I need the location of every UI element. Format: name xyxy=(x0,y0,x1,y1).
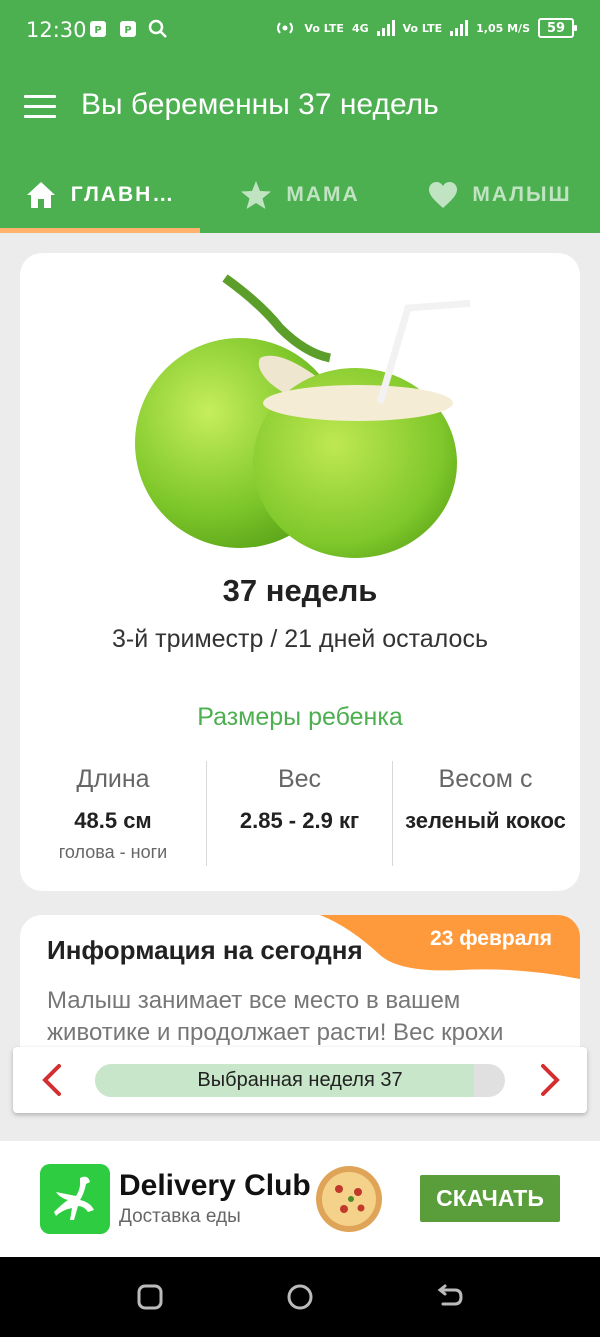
home-nav-icon[interactable] xyxy=(285,1282,315,1312)
week-title: 37 недель xyxy=(222,573,378,608)
tab-mom[interactable]: МАМА xyxy=(200,156,400,233)
app-bar: Вы беременны 37 недель xyxy=(0,60,600,156)
svg-text:P: P xyxy=(94,25,101,36)
app-title: Вы беременны 37 недель xyxy=(81,88,439,121)
signal-icon xyxy=(376,20,395,36)
signal-icon-2 xyxy=(450,20,469,36)
stat-size-compare-value: зеленый кокос xyxy=(405,808,566,833)
tab-baby-label: МАЛЫШ xyxy=(472,182,572,206)
battery-level: 59 xyxy=(546,20,566,36)
volte-indicator: Vo LTE xyxy=(304,21,344,35)
info-date: 23 февраля xyxy=(430,927,552,950)
ad-download-button[interactable]: СКАЧАТЬ xyxy=(420,1175,560,1222)
svg-text:P: P xyxy=(124,25,131,36)
volte-indicator-2: Vo LTE xyxy=(402,21,443,35)
home-icon xyxy=(26,181,55,208)
status-notification-icons: P P xyxy=(88,18,168,40)
info-body: Малыш занимает все место в вашем животик… xyxy=(47,987,504,1046)
recent-apps-icon[interactable] xyxy=(135,1282,165,1312)
daily-info-card[interactable]: 23 февраля Информация на сегодня Малыш з… xyxy=(20,915,580,1055)
ad-banner[interactable]: Delivery Club Доставка еды СКАЧАТЬ xyxy=(0,1141,600,1257)
system-nav-bar xyxy=(0,1257,600,1337)
network-4g-indicator: 4G xyxy=(351,21,369,35)
status-system-icons: Vo LTE 4G Vo LTE 1,05 M/S 59 xyxy=(274,18,577,38)
previous-week-arrow-icon[interactable] xyxy=(35,1062,71,1098)
baby-sizes-title: Размеры ребенка xyxy=(197,703,403,731)
stat-weight-value: 2.85 - 2.9 кг xyxy=(239,808,360,833)
week-progress[interactable]: Выбранная неделя 37 xyxy=(95,1064,505,1097)
week-card: 37 недель 3-й триместр / 21 дней осталос… xyxy=(20,253,580,891)
next-week-arrow-icon[interactable] xyxy=(531,1062,567,1098)
tab-bar: ГЛАВН… МАМА МАЛЫШ xyxy=(0,156,600,233)
status-bar: 12:30 P P Vo LTE 4G Vo LTE 1,05 M/S 59 xyxy=(0,0,600,60)
tab-baby[interactable]: МАЛЫШ xyxy=(400,156,600,233)
top-bar: 12:30 P P Vo LTE 4G Vo LTE 1,05 M/S 59 В… xyxy=(0,0,600,233)
info-title: Информация на сегодня xyxy=(47,935,363,965)
stat-length: Длина 48.5 см голова - ноги xyxy=(20,761,206,866)
pizza-image xyxy=(316,1166,382,1232)
stat-size-compare: Весом с зеленый кокос xyxy=(392,761,578,866)
coconut-image xyxy=(135,274,470,558)
stat-weight: Вес 2.85 - 2.9 кг xyxy=(206,761,392,866)
search-icon xyxy=(148,19,167,38)
stat-weight-label: Вес xyxy=(277,765,322,793)
hamburger-menu-icon[interactable] xyxy=(24,95,56,119)
tab-home-label: ГЛАВН… xyxy=(70,182,176,206)
delivery-club-logo xyxy=(40,1164,110,1234)
notification-app-icon: P xyxy=(90,21,106,37)
selected-week-label: Выбранная неделя 37 xyxy=(197,1069,403,1091)
status-time: 12:30 xyxy=(26,18,87,42)
baby-stats: Длина 48.5 см голова - ноги Вес 2.85 - 2… xyxy=(20,761,580,866)
ad-subtitle: Доставка еды xyxy=(119,1206,241,1227)
battery-icon: 59 xyxy=(538,18,577,38)
stat-length-label: Длина xyxy=(76,765,150,793)
star-icon xyxy=(241,180,272,209)
network-speed: 1,05 M/S xyxy=(476,21,530,35)
stat-length-sub: голова - ноги xyxy=(58,842,168,862)
hotspot-icon xyxy=(277,22,294,34)
stat-length-value: 48.5 см xyxy=(74,808,152,833)
week-selector: Выбранная неделя 37 xyxy=(13,1047,587,1113)
tab-home[interactable]: ГЛАВН… xyxy=(0,156,200,233)
heart-icon xyxy=(429,181,458,208)
ad-brand: Delivery Club xyxy=(119,1169,311,1202)
back-icon[interactable] xyxy=(435,1282,465,1312)
tab-mom-label: МАМА xyxy=(286,182,360,206)
stat-size-compare-label: Весом с xyxy=(438,765,533,793)
notification-app-icon: P xyxy=(120,21,136,37)
trimester-text: 3-й триместр / 21 дней осталось xyxy=(112,625,488,653)
